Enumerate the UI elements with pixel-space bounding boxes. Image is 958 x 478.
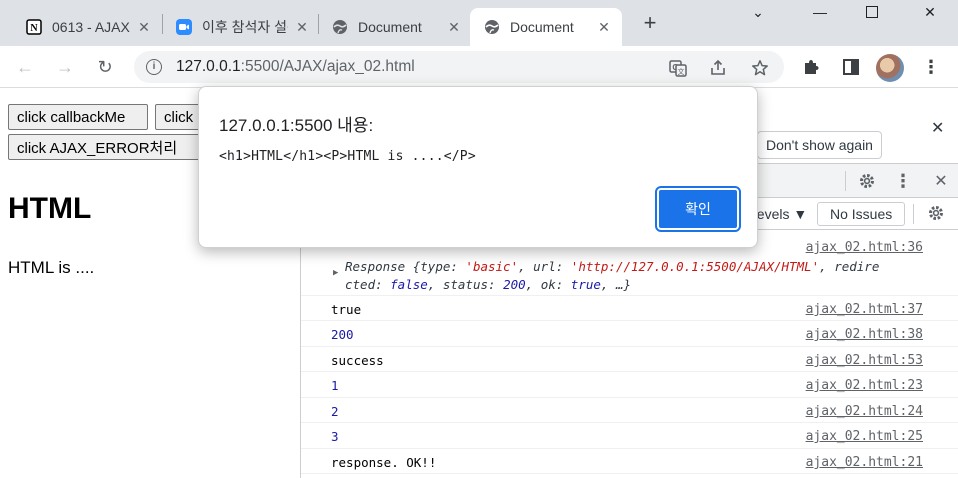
chevron-down-icon[interactable]: ⌄ [738, 0, 778, 24]
divider [845, 171, 846, 191]
log-message: true [331, 302, 362, 317]
window-close-button[interactable]: ✕ [910, 0, 950, 24]
dialog-title: 127.0.0.1:5500 내용: [219, 116, 374, 135]
close-icon[interactable]: ✕ [931, 118, 944, 138]
ok-button[interactable]: 확인 [655, 186, 741, 232]
callback-button[interactable]: click callbackMe [8, 104, 148, 130]
source-link[interactable]: ajax_02.html:36 [806, 240, 923, 255]
translate-icon[interactable]: G文 [668, 58, 688, 78]
menu-icon[interactable]: ⋮ [920, 56, 942, 78]
address-bar[interactable]: i 127.0.0.1:5500/AJAX/ajax_02.html G文 [134, 51, 784, 83]
log-message: 3 [331, 429, 339, 444]
gear-icon[interactable] [857, 171, 877, 191]
browser-toolbar: ← → ↻ i 127.0.0.1:5500/AJAX/ajax_02.html… [0, 46, 958, 88]
bookmark-star-icon[interactable] [750, 58, 770, 78]
console-row: response. OK!! ajax_02.html:21 [301, 449, 958, 474]
avatar[interactable] [876, 54, 904, 82]
divider [913, 204, 914, 224]
console-row: 1 ajax_02.html:23 [301, 372, 958, 398]
console-row: true ajax_02.html:37 [301, 296, 958, 321]
globe-icon [332, 19, 348, 35]
source-link[interactable]: ajax_02.html:53 [806, 353, 923, 368]
response-object[interactable]: Response {type: 'basic', url: 'http://12… [345, 258, 945, 294]
close-icon[interactable]: ✕ [294, 19, 310, 35]
source-link[interactable]: ajax_02.html:21 [806, 455, 923, 470]
close-icon[interactable]: ✕ [136, 19, 152, 35]
new-tab-button[interactable]: + [638, 12, 662, 36]
log-message: success [331, 353, 384, 368]
minimize-button[interactable]: — [800, 0, 840, 24]
tab-notion[interactable]: N 0613 - AJAX ✕ [8, 8, 158, 46]
source-link[interactable]: ajax_02.html:25 [806, 429, 923, 444]
log-message: 200 [331, 327, 354, 342]
console-row: success ajax_02.html:53 [301, 347, 958, 372]
page-paragraph: HTML is .... [8, 258, 95, 277]
more-icon[interactable]: ⋮ [893, 171, 913, 191]
console-row: 2 ajax_02.html:24 [301, 398, 958, 423]
tab-document-active[interactable]: Document ✕ [470, 8, 622, 46]
url-text[interactable]: 127.0.0.1:5500/AJAX/ajax_02.html [176, 58, 415, 76]
info-icon[interactable]: i [146, 59, 162, 75]
log-message: 2 [331, 404, 339, 419]
page-heading: HTML [8, 192, 92, 225]
tab-title: Document [510, 19, 574, 35]
tab-title: 이후 참석자 설문 [202, 19, 288, 35]
close-icon[interactable]: ✕ [596, 19, 612, 35]
notion-icon: N [26, 19, 42, 35]
forward-button[interactable]: → [52, 54, 78, 80]
source-link[interactable]: ajax_02.html:38 [806, 327, 923, 342]
tab-separator [162, 14, 163, 34]
share-icon[interactable] [708, 58, 728, 78]
issues-button[interactable]: No Issues [817, 202, 906, 226]
tab-title: 0613 - AJAX [52, 19, 130, 35]
source-link[interactable]: ajax_02.html:24 [806, 404, 923, 419]
tab-separator [318, 14, 319, 34]
reload-button[interactable]: ↻ [92, 54, 118, 80]
back-button[interactable]: ← [12, 54, 38, 80]
side-panel-icon[interactable] [840, 56, 862, 78]
tab-title: Document [358, 19, 422, 35]
tab-zoom[interactable]: 이후 참석자 설문 ✕ [166, 8, 316, 46]
svg-text:文: 文 [678, 67, 685, 76]
log-message: 1 [331, 378, 339, 393]
zoom-icon [176, 19, 192, 35]
ajax-error-button[interactable]: click AJAX_ERROR처리 [8, 134, 206, 160]
console-row: 200 ajax_02.html:38 [301, 321, 958, 347]
svg-text:N: N [30, 23, 38, 34]
close-icon[interactable]: ✕ [931, 171, 951, 191]
tab-strip: N 0613 - AJAX ✕ 이후 참석자 설문 ✕ Document ✕ D… [0, 0, 958, 46]
source-link[interactable]: ajax_02.html:23 [806, 378, 923, 393]
tab-document[interactable]: Document ✕ [322, 8, 468, 46]
close-icon[interactable]: ✕ [446, 19, 462, 35]
globe-icon [484, 19, 500, 35]
maximize-button[interactable] [852, 0, 892, 24]
gear-icon[interactable] [927, 204, 945, 227]
dialog-message: <h1>HTML</h1><P>HTML is ....</P> [219, 149, 476, 164]
source-link[interactable]: ajax_02.html:37 [806, 302, 923, 317]
console-row: 3 ajax_02.html:25 [301, 423, 958, 449]
log-message: response. OK!! [331, 455, 437, 470]
dont-show-again-button[interactable]: Don't show again [757, 131, 882, 159]
expand-caret-icon[interactable]: ▶ [333, 268, 338, 278]
alert-dialog: 127.0.0.1:5500 내용: <h1>HTML</h1><P>HTML … [198, 86, 758, 248]
extensions-icon[interactable] [800, 56, 822, 78]
